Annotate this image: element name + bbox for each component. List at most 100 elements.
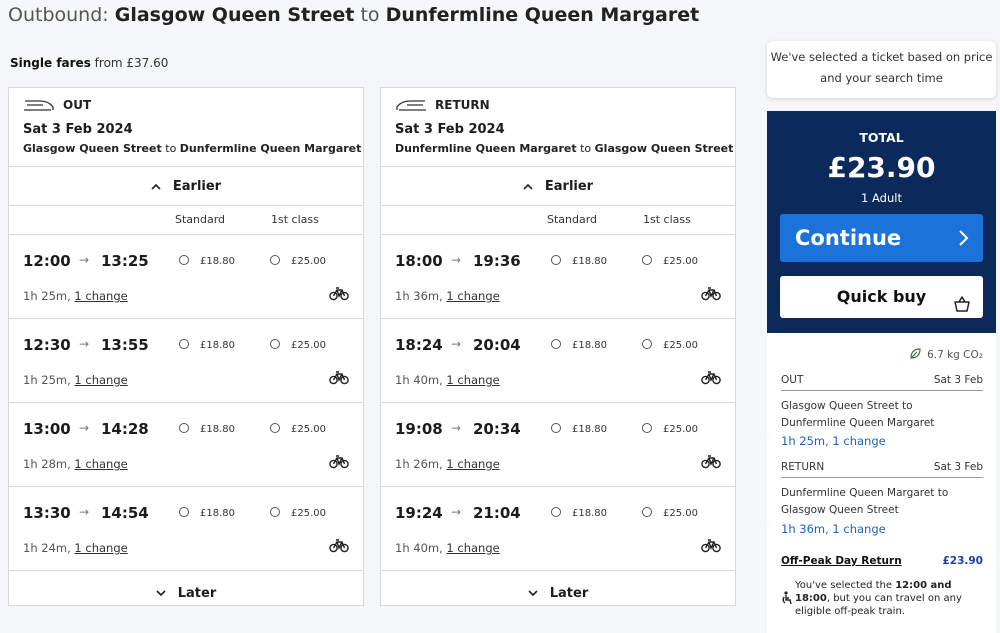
standard-fare-radio[interactable]	[551, 507, 561, 517]
continue-button[interactable]: Continue	[780, 214, 983, 262]
outbound-earlier-button[interactable]: Earlier	[9, 167, 363, 206]
arrival-time: 13:55	[101, 336, 149, 354]
outbound-to-word: to	[165, 142, 177, 155]
total-box: TOTAL £23.90 1 Adult Continue Quick buy	[767, 111, 996, 333]
ticket-price: £23.90	[942, 555, 983, 567]
journey-duration: 1h 28m, 1 change	[23, 457, 128, 471]
ticket-type-row: Off-Peak Day Return £23.90	[781, 555, 983, 567]
standard-fare-radio[interactable]	[179, 255, 189, 265]
first-class-fare-radio[interactable]	[642, 339, 652, 349]
first-class-fare-radio[interactable]	[270, 255, 280, 265]
bicycle-icon	[701, 286, 721, 305]
column-first-class: 1st class	[271, 213, 319, 226]
quick-buy-button[interactable]: Quick buy	[780, 276, 983, 318]
changes-link[interactable]: 1 change	[74, 457, 127, 471]
changes-link[interactable]: 1 change	[446, 541, 499, 555]
later-label: Later	[549, 586, 589, 601]
return-date: Sat 3 Feb 2024	[395, 122, 505, 137]
journey-duration: 1h 24m, 1 change	[23, 541, 128, 555]
return-earlier-button[interactable]: Earlier	[381, 167, 735, 206]
outbound-route: Glasgow Queen Street to Dunfermline Quee…	[23, 142, 361, 155]
bicycle-icon	[701, 454, 721, 473]
standard-fare-radio[interactable]	[179, 339, 189, 349]
outbound-label: OUT	[63, 98, 92, 112]
departure-time: 13:00	[23, 420, 71, 438]
first-class-fare-price: £25.00	[291, 424, 326, 435]
standard-fare-price: £18.80	[200, 340, 235, 351]
arrow-right-icon: →	[79, 505, 90, 519]
arrow-right-icon: →	[79, 337, 90, 351]
train-icon	[395, 98, 427, 112]
chevron-up-icon	[151, 179, 161, 194]
summary-out-label: OUT	[781, 374, 804, 386]
journey-row[interactable]: 18:24 → 20:04 £18.80 £25.00 1h 40m, 1 change	[381, 319, 735, 403]
title-origin: Glasgow Queen Street	[114, 4, 355, 26]
journey-row[interactable]: 18:00 → 19:36 £18.80 £25.00 1h 36m, 1 change	[381, 235, 735, 319]
changes-link[interactable]: 1 change	[74, 541, 127, 555]
standard-fare-price: £18.80	[572, 508, 607, 519]
standard-fare-price: £18.80	[200, 424, 235, 435]
title-prefix: Outbound:	[8, 4, 109, 26]
leaf-icon	[909, 347, 922, 363]
departure-time: 19:24	[395, 504, 443, 522]
journey-row[interactable]: 12:00 → 13:25 £18.80 £25.00 1h 25m, 1 change	[9, 235, 363, 319]
standard-fare-radio[interactable]	[179, 507, 189, 517]
title-destination: Dunfermline Queen Margaret	[385, 4, 700, 26]
ticket-type-link[interactable]: Off-Peak Day Return	[781, 555, 902, 567]
return-to-word: to	[580, 142, 592, 155]
first-class-fare-radio[interactable]	[270, 507, 280, 517]
arrow-right-icon: →	[451, 337, 462, 351]
bicycle-icon	[701, 538, 721, 557]
first-class-fare-radio[interactable]	[642, 423, 652, 433]
changes-link[interactable]: 1 change	[446, 373, 499, 387]
standard-fare-radio[interactable]	[551, 423, 561, 433]
arrival-time: 14:54	[101, 504, 149, 522]
standard-fare-radio[interactable]	[551, 255, 561, 265]
off-peak-note: You've selected the 12:00 and 18:00, but…	[795, 579, 983, 618]
outbound-later-button[interactable]: Later	[9, 571, 363, 616]
standard-fare-radio[interactable]	[179, 423, 189, 433]
first-class-fare-radio[interactable]	[270, 423, 280, 433]
outbound-header: OUT Sat 3 Feb 2024 Glasgow Queen Street …	[9, 88, 363, 167]
changes-link[interactable]: 1 change	[446, 289, 499, 303]
changes-link[interactable]: 1 change	[74, 373, 127, 387]
summary-out-row: OUT Sat 3 Feb	[781, 374, 983, 386]
arrival-time: 21:04	[473, 504, 521, 522]
journey-row[interactable]: 19:24 → 21:04 £18.80 £25.00 1h 40m, 1 change	[381, 487, 735, 571]
duration-text: 1h 40m,	[395, 541, 443, 555]
journey-duration: 1h 25m, 1 change	[23, 289, 128, 303]
return-column-headers: Standard 1st class	[381, 206, 735, 235]
first-class-fare-price: £25.00	[663, 256, 698, 267]
first-class-fare-radio[interactable]	[642, 507, 652, 517]
standard-fare-radio[interactable]	[551, 339, 561, 349]
departure-time: 18:24	[395, 336, 443, 354]
journey-row[interactable]: 13:30 → 14:54 £18.80 £25.00 1h 24m, 1 change	[9, 487, 363, 571]
note-pre: You've selected the	[795, 580, 896, 591]
changes-link[interactable]: 1 change	[74, 289, 127, 303]
earlier-label: Earlier	[172, 178, 222, 194]
return-label: RETURN	[435, 98, 490, 112]
changes-link[interactable]: 1 change	[446, 457, 499, 471]
column-standard: Standard	[175, 213, 226, 226]
arrow-right-icon: →	[79, 253, 90, 267]
arrival-time: 19:36	[473, 252, 521, 270]
journey-duration: 1h 26m, 1 change	[395, 457, 500, 471]
duration-text: 1h 40m,	[395, 373, 443, 387]
journey-row[interactable]: 12:30 → 13:55 £18.80 £25.00 1h 25m, 1 change	[9, 319, 363, 403]
standard-fare-price: £18.80	[200, 508, 235, 519]
journey-row[interactable]: 13:00 → 14:28 £18.80 £25.00 1h 28m, 1 change	[9, 403, 363, 487]
return-later-button[interactable]: Later	[381, 571, 735, 616]
continue-label: Continue	[795, 226, 902, 250]
earlier-label: Earlier	[544, 178, 594, 194]
first-class-fare-radio[interactable]	[270, 339, 280, 349]
return-route: Dunfermline Queen Margaret to Glasgow Qu…	[395, 142, 733, 155]
title-to: to	[360, 4, 380, 26]
basket-icon	[953, 287, 971, 329]
chevron-right-icon	[957, 214, 969, 280]
duration-text: 1h 36m,	[395, 289, 443, 303]
journey-row[interactable]: 19:08 → 20:34 £18.80 £25.00 1h 26m, 1 change	[381, 403, 735, 487]
divider	[781, 477, 983, 478]
first-class-fare-radio[interactable]	[642, 255, 652, 265]
duration-text: 1h 25m,	[23, 289, 71, 303]
journey-duration: 1h 40m, 1 change	[395, 373, 500, 387]
